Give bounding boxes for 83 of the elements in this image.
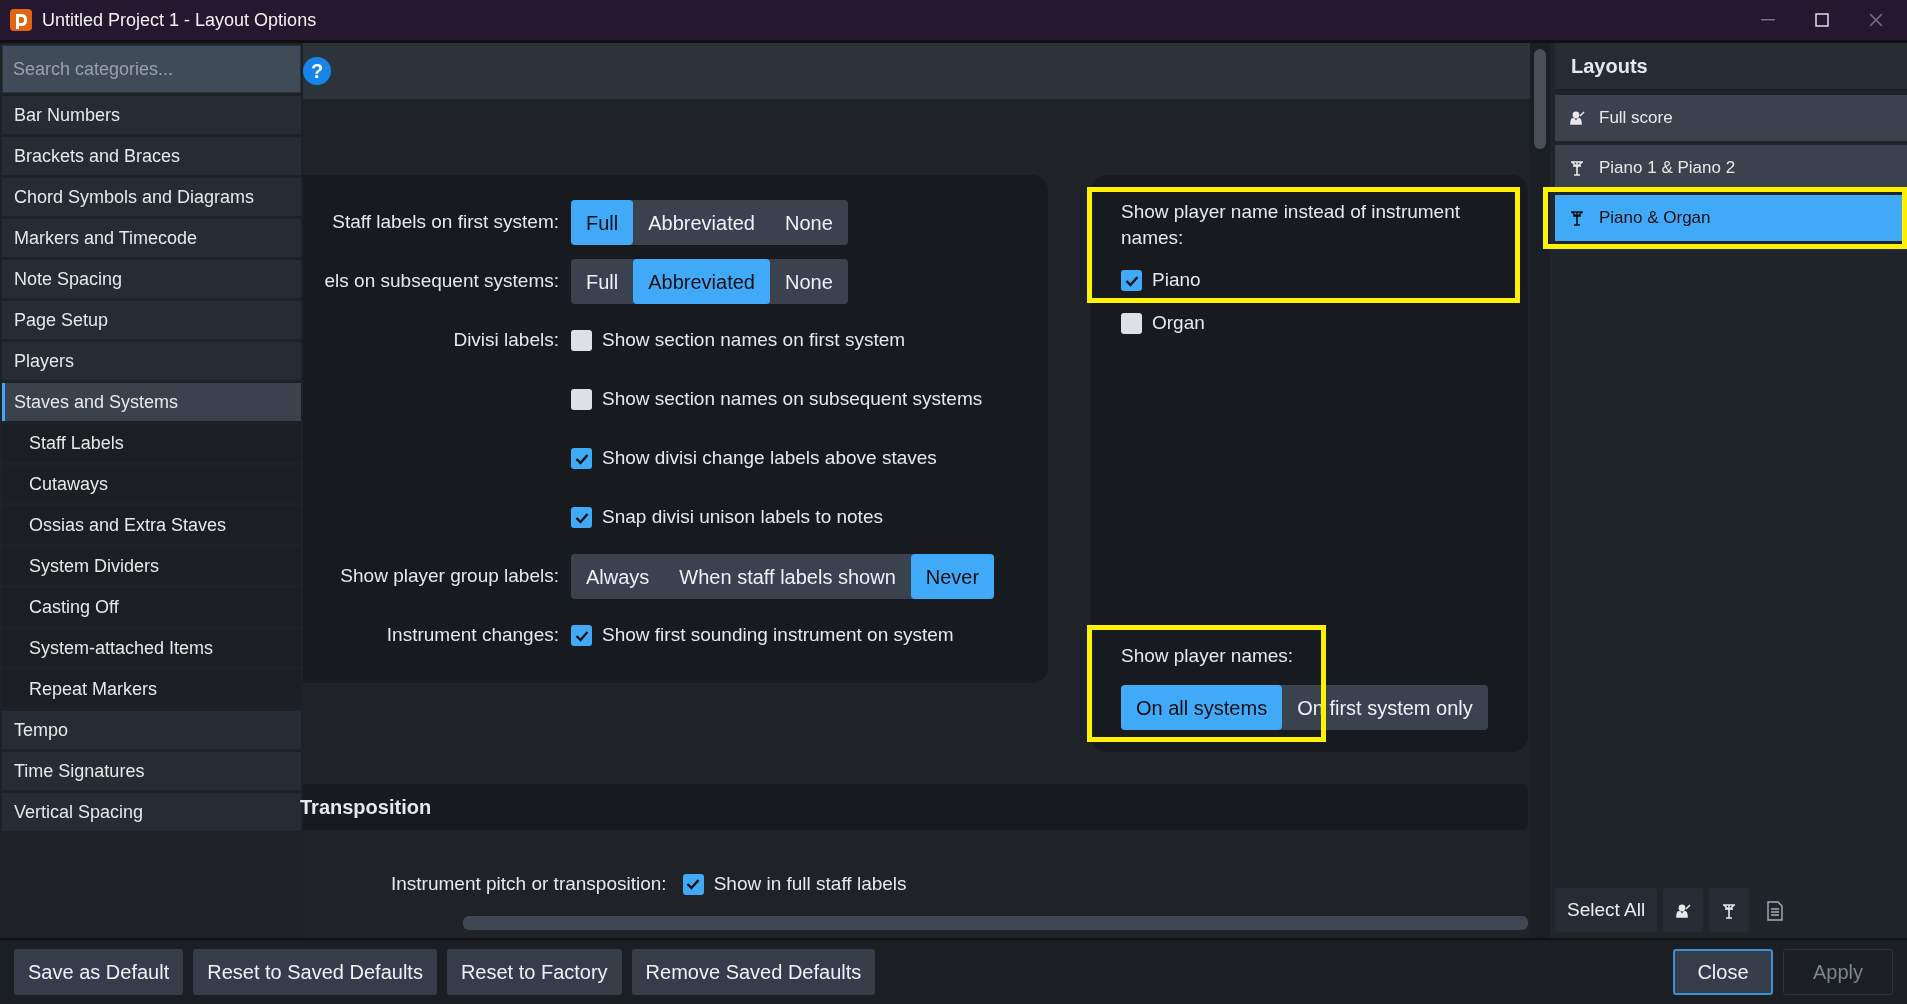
horizontal-scrollbar[interactable] [463,916,1528,930]
category-item[interactable]: Tempo [2,711,301,749]
search-field[interactable]: Search categories... [2,45,301,93]
category-item[interactable]: System Dividers [2,547,301,585]
layout-item[interactable]: Full score [1555,95,1907,141]
category-item[interactable]: Note Spacing [2,260,301,298]
checkmark-icon [574,511,589,524]
checkbox[interactable] [1121,270,1142,292]
music-stand-icon [1569,159,1585,177]
segment-option[interactable]: When staff labels shown [664,554,911,599]
conductor-icon [1675,902,1692,919]
help-button[interactable]: ? [303,57,331,85]
footer-button[interactable]: Save as Default [14,949,184,995]
option-label: Show first sounding instrument on system [602,623,954,648]
checkbox[interactable] [571,507,592,528]
music-stand-icon [1721,901,1738,920]
window-title: Untitled Project 1 - Layout Options [42,8,317,32]
category-item[interactable]: Cutaways [2,465,301,503]
footer-button[interactable]: Reset to Saved Defaults [193,949,437,995]
vertical-scrollbar[interactable] [1534,49,1546,149]
segment-option[interactable]: On all systems [1121,685,1283,730]
document-icon [1767,900,1784,921]
section-heading: Transposition [300,795,432,820]
option-label: Snap divisi unison labels to notes [602,505,883,530]
segment-option[interactable]: None [770,259,848,304]
category-item[interactable]: Markers and Timecode [2,219,301,257]
category-item[interactable]: Page Setup [2,301,301,339]
checkmark-icon [574,629,589,642]
footer-button[interactable]: Reset to Factory [446,949,622,995]
checkmark-icon [1124,274,1139,287]
checkbox[interactable] [571,448,592,469]
segment-option[interactable]: Full [571,200,634,245]
category-item[interactable]: Time Signatures [2,752,301,790]
checkmark-icon [574,452,589,465]
category-item[interactable]: Brackets and Braces [2,137,301,175]
field-label: Instrument changes: [386,624,559,646]
field-label: els on subsequent systems: [324,270,559,292]
footer-button[interactable]: Remove Saved Defaults [631,949,876,995]
category-item[interactable]: Casting Off [2,588,301,626]
option-label: Show divisi change labels above staves [602,446,937,471]
segment-option[interactable]: Never [910,554,995,599]
checkbox[interactable] [682,873,704,895]
section-heading: Show player names: [1121,644,1295,669]
category-item[interactable]: Staves and Systems [2,383,301,421]
category-item[interactable]: Bar Numbers [2,96,301,134]
category-item[interactable]: Players [2,342,301,380]
panel-header: Layouts [1555,43,1907,91]
minimize-icon [1761,19,1775,21]
app-logo-icon [10,9,32,31]
field-label: Instrument pitch or transposition: [391,872,667,896]
conductor-icon [1569,110,1585,126]
field-label: Staff labels on first system: [332,211,559,233]
conductor-filter-button[interactable] [1663,888,1704,932]
field-label: Divisi labels: [453,329,559,351]
category-item[interactable]: Chord Symbols and Diagrams [2,178,301,216]
music-stand-icon [1569,209,1585,227]
close-button[interactable]: Close [1673,949,1773,995]
category-item[interactable]: System-attached Items [2,629,301,667]
checkmark-icon [686,878,701,891]
segment-option[interactable]: Always [571,554,665,599]
category-item[interactable]: Vertical Spacing [2,793,301,831]
option-label: Show in full staff labels [713,872,907,896]
field-label: Show player group labels: [340,565,559,587]
stand-filter-button[interactable] [1709,888,1750,932]
segment-option[interactable]: None [770,200,848,245]
checkbox[interactable] [1121,312,1142,334]
section-heading: Show player name instead of instrument names: [1121,200,1461,250]
segment-option[interactable]: Abbreviated [633,200,770,245]
maximize-icon [1815,13,1829,27]
segment-option[interactable]: Full [571,259,634,304]
option-label: Show section names on first system [602,328,906,353]
category-item[interactable]: Repeat Markers [2,670,301,708]
segment-option[interactable]: Abbreviated [633,259,770,304]
option-label: Organ [1152,310,1205,335]
option-label: Piano [1152,268,1201,293]
checkbox[interactable] [571,389,592,410]
option-label: Show section names on subsequent systems [602,387,983,412]
select-all-button[interactable]: Select All [1555,888,1658,932]
category-item[interactable]: Ossias and Extra Staves [2,506,301,544]
close-icon [1869,13,1883,27]
checkbox[interactable] [571,625,592,646]
checkbox[interactable] [571,330,592,351]
category-item[interactable]: Staff Labels [2,424,301,462]
